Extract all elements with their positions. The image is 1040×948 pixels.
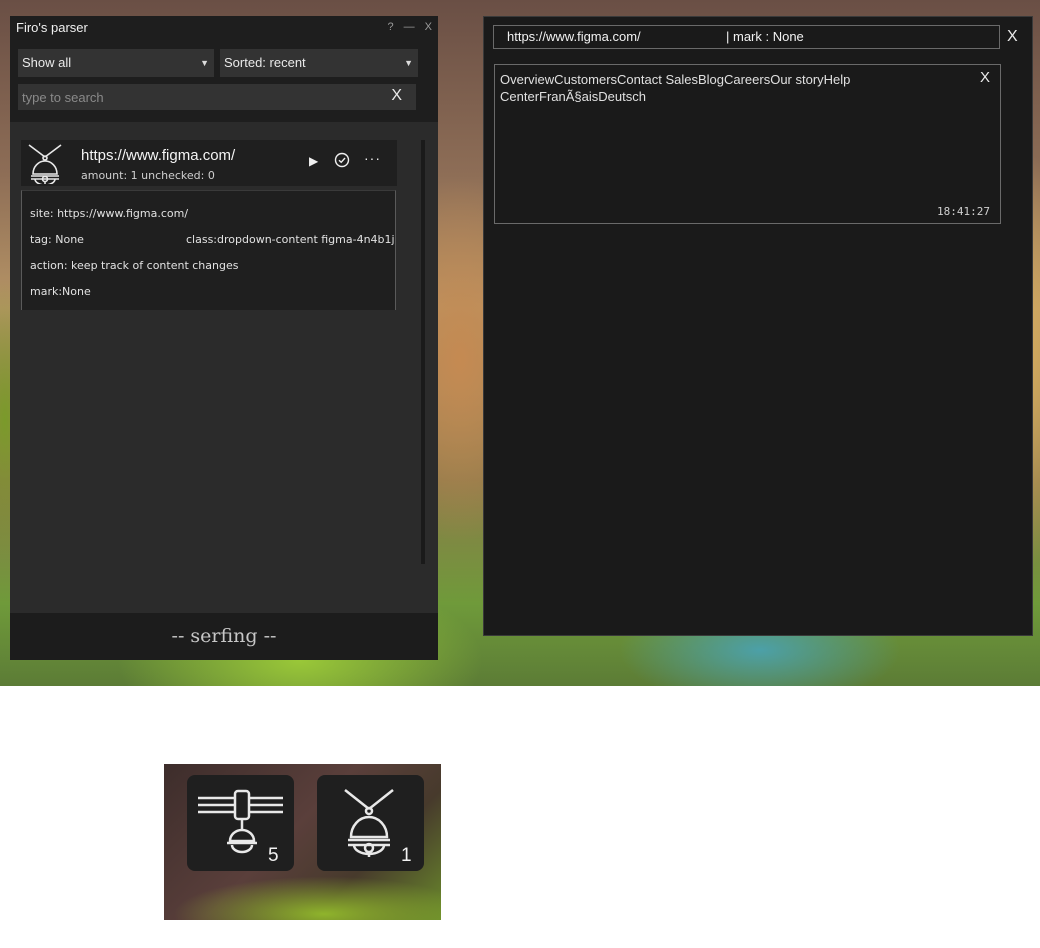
sort-select-value: Sorted: recent bbox=[224, 55, 306, 70]
tag-field: tag: None bbox=[30, 233, 84, 246]
parser-window: Firo's parser ? — X Show all ▼ Sorted: r… bbox=[10, 16, 438, 660]
scrollbar[interactable] bbox=[421, 140, 425, 564]
site-field: site: https://www.figma.com/ bbox=[30, 207, 189, 220]
entry-content: OverviewCustomersContact SalesBlogCareer… bbox=[500, 72, 851, 104]
filter-select[interactable]: Show all ▼ bbox=[18, 49, 214, 77]
play-icon[interactable]: ▶ bbox=[309, 154, 318, 168]
tracked-site-card[interactable]: https://www.figma.com/ amount: 1 uncheck… bbox=[21, 140, 397, 186]
detail-window: https://www.figma.com/ | mark : None X O… bbox=[483, 16, 1033, 636]
dismiss-entry-button[interactable]: X bbox=[980, 69, 990, 86]
window-title: Firo's parser bbox=[16, 19, 88, 35]
card-url: https://www.figma.com/ bbox=[81, 147, 236, 164]
minimize-button[interactable]: — bbox=[404, 21, 415, 33]
check-circle-icon[interactable] bbox=[334, 152, 350, 171]
tile-count: 1 bbox=[401, 845, 412, 866]
url-bar: https://www.figma.com/ | mark : None bbox=[493, 25, 1000, 49]
detail-url: https://www.figma.com/ bbox=[507, 29, 641, 44]
title-bar[interactable]: Firo's parser ? — X bbox=[10, 16, 438, 38]
parser-app-tile[interactable]: 5 bbox=[187, 775, 294, 871]
toolbar: Show all ▼ Sorted: recent ▼ X bbox=[10, 38, 438, 122]
search-box: X bbox=[18, 84, 416, 110]
mark-field: mark:None bbox=[30, 285, 91, 298]
chevron-down-icon: ▼ bbox=[200, 58, 209, 68]
card-meta: amount: 1 unchecked: 0 bbox=[81, 169, 215, 182]
clear-search-button[interactable]: X bbox=[391, 87, 402, 105]
action-field: action: keep track of content changes bbox=[30, 259, 239, 272]
bell-icon bbox=[344, 789, 394, 857]
chevron-down-icon: ▼ bbox=[404, 58, 413, 68]
entry-timestamp: 18:41:27 bbox=[937, 205, 990, 218]
more-options-icon[interactable]: ··· bbox=[364, 150, 381, 166]
close-button[interactable]: X bbox=[1007, 28, 1018, 46]
sort-select[interactable]: Sorted: recent ▼ bbox=[220, 49, 418, 77]
tile-count: 5 bbox=[268, 845, 279, 866]
class-field: class:dropdown-content figma-4n4b1j bbox=[186, 233, 395, 246]
search-input[interactable] bbox=[18, 84, 386, 110]
bell-app-tile[interactable]: 1 bbox=[317, 775, 424, 871]
close-button[interactable]: X bbox=[425, 21, 432, 33]
detail-mark: | mark : None bbox=[726, 29, 804, 44]
card-details: site: https://www.figma.com/ tag: None c… bbox=[21, 190, 396, 310]
bell-icon bbox=[28, 144, 62, 184]
help-button[interactable]: ? bbox=[388, 21, 394, 33]
filter-select-value: Show all bbox=[22, 55, 72, 70]
status-bar: -- serfing -- bbox=[10, 613, 438, 660]
change-entry: OverviewCustomersContact SalesBlogCareer… bbox=[494, 64, 1001, 224]
